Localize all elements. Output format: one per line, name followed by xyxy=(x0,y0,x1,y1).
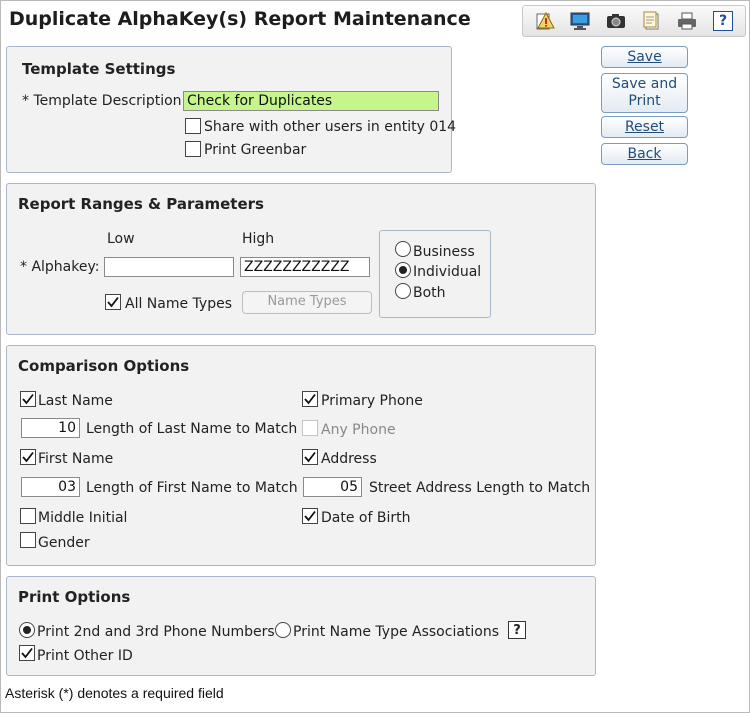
alphakey-label: * Alphakey: xyxy=(20,259,100,275)
last-name-checkbox[interactable] xyxy=(20,391,36,407)
save-button[interactable]: Save xyxy=(601,46,688,68)
toolbar: ? xyxy=(522,5,746,37)
individual-radio[interactable] xyxy=(395,262,411,278)
template-description-input[interactable] xyxy=(183,91,439,111)
help-icon-label: ? xyxy=(713,11,734,31)
check-icon xyxy=(107,296,119,308)
check-icon xyxy=(21,647,33,659)
share-checkbox[interactable] xyxy=(185,118,201,134)
monitor-icon[interactable] xyxy=(566,9,594,33)
alphakey-low-input[interactable] xyxy=(104,257,234,277)
date-of-birth-label: Date of Birth xyxy=(321,510,411,526)
both-radio[interactable] xyxy=(395,283,411,299)
street-length-input[interactable] xyxy=(303,477,362,497)
all-name-types-label: All Name Types xyxy=(125,296,233,312)
any-phone-checkbox[interactable] xyxy=(302,420,318,436)
print-name-type-assoc-label: Print Name Type Associations xyxy=(293,624,500,640)
save-and-print-label-line1: Save and xyxy=(611,76,678,92)
first-name-checkbox[interactable] xyxy=(20,449,36,465)
alert-report-icon[interactable] xyxy=(531,9,559,33)
middle-initial-label: Middle Initial xyxy=(38,510,128,526)
report-ranges-panel: Report Ranges & Parameters Low High * Al… xyxy=(6,183,596,335)
print-other-id-checkbox[interactable] xyxy=(19,645,35,661)
greenbar-checkbox[interactable] xyxy=(185,141,201,157)
print-options-panel: Print Options Print 2nd and 3rd Phone Nu… xyxy=(6,576,596,676)
template-description-label: * Template Description: xyxy=(22,93,187,109)
gender-label: Gender xyxy=(38,535,90,551)
print-options-title: Print Options xyxy=(18,588,131,606)
save-and-print-button[interactable]: Save and Print xyxy=(601,73,688,113)
business-label: Business xyxy=(413,244,475,260)
camera-icon[interactable] xyxy=(602,9,630,33)
report-ranges-title: Report Ranges & Parameters xyxy=(18,195,264,213)
check-icon xyxy=(304,451,316,463)
primary-phone-label: Primary Phone xyxy=(321,393,423,409)
check-icon xyxy=(304,393,316,405)
name-types-button[interactable]: Name Types xyxy=(242,291,372,314)
all-name-types-checkbox[interactable] xyxy=(105,294,121,310)
gender-checkbox[interactable] xyxy=(20,532,36,548)
high-label: High xyxy=(242,231,275,247)
print-name-type-assoc-radio[interactable] xyxy=(275,622,291,638)
print-phone-numbers-label: Print 2nd and 3rd Phone Numbers xyxy=(37,624,275,640)
reset-button-label: Reset xyxy=(624,118,665,135)
check-icon xyxy=(304,510,316,522)
comparison-options-title: Comparison Options xyxy=(18,357,190,375)
print-phone-numbers-radio[interactable] xyxy=(19,622,35,638)
primary-phone-checkbox[interactable] xyxy=(302,391,318,407)
greenbar-label: Print Greenbar xyxy=(204,142,307,158)
last-name-length-input[interactable] xyxy=(21,418,80,438)
both-label: Both xyxy=(413,285,446,301)
help-icon[interactable]: ? xyxy=(709,9,737,33)
first-name-label: First Name xyxy=(38,451,114,467)
date-of-birth-checkbox[interactable] xyxy=(302,508,318,524)
back-button-label: Back xyxy=(627,145,662,162)
first-name-length-label: Length of First Name to Match xyxy=(86,480,298,496)
middle-initial-checkbox[interactable] xyxy=(20,508,36,524)
share-label: Share with other users in entity 014 xyxy=(204,119,457,135)
template-settings-title: Template Settings xyxy=(22,60,176,78)
save-button-label: Save xyxy=(627,48,662,65)
address-checkbox[interactable] xyxy=(302,449,318,465)
reset-button[interactable]: Reset xyxy=(601,116,688,138)
address-label: Address xyxy=(321,451,377,467)
any-phone-label: Any Phone xyxy=(321,422,396,438)
page-title: Duplicate AlphaKey(s) Report Maintenance xyxy=(9,8,471,30)
print-other-id-label: Print Other ID xyxy=(37,648,133,664)
last-name-length-label: Length of Last Name to Match xyxy=(86,421,298,437)
notes-icon[interactable] xyxy=(638,9,666,33)
back-button[interactable]: Back xyxy=(601,143,688,165)
street-length-label: Street Address Length to Match xyxy=(369,480,591,496)
comparison-options-panel: Comparison Options Last Name Length of L… xyxy=(6,345,596,566)
check-icon xyxy=(22,451,34,463)
template-settings-panel: Template Settings * Template Description… xyxy=(6,46,456,173)
business-radio[interactable] xyxy=(395,241,411,257)
check-icon xyxy=(22,393,34,405)
first-name-length-input[interactable] xyxy=(21,477,80,497)
entity-type-group: Business Individual Both xyxy=(379,230,491,318)
save-and-print-label-line2: Print xyxy=(628,93,661,109)
low-label: Low xyxy=(107,231,135,247)
print-options-help-icon[interactable]: ? xyxy=(508,621,526,639)
last-name-label: Last Name xyxy=(38,393,113,409)
printer-icon[interactable] xyxy=(673,9,701,33)
required-field-note: Asterisk (*) denotes a required field xyxy=(5,685,224,701)
individual-label: Individual xyxy=(413,264,482,280)
alphakey-high-input[interactable] xyxy=(240,257,370,277)
